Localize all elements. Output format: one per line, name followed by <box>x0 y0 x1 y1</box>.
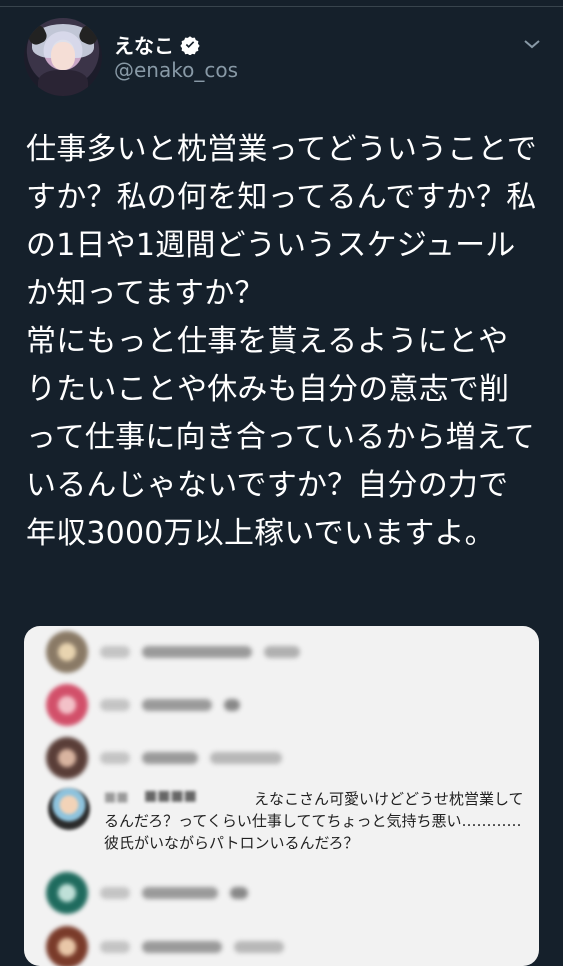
blurred-comment-row <box>46 872 248 914</box>
chevron-down-icon[interactable] <box>522 34 542 54</box>
blurred-text <box>100 646 130 658</box>
avatar[interactable] <box>24 18 102 96</box>
blurred-comment-row <box>46 926 284 966</box>
blurred-text <box>224 699 240 711</box>
blurred-text <box>100 752 130 764</box>
tweet-media-image[interactable]: ■■ ■■■■ えなこさん可愛いけどどうせ枕営業してるんだろ？ってくらい仕事して… <box>24 626 539 966</box>
blurred-text <box>210 752 282 764</box>
tweet-text: 仕事多いと枕営業ってどういうことですか？私の何を知ってるんですか？私の1日や1週… <box>26 132 537 551</box>
top-divider <box>0 0 563 7</box>
blurred-text <box>230 887 248 899</box>
blurred-comment-row <box>46 631 300 673</box>
author-name-row[interactable]: えなこ <box>114 30 200 59</box>
avatar-body <box>38 70 88 96</box>
blurred-text <box>234 941 284 953</box>
author-display-name[interactable]: えなこ <box>114 30 174 59</box>
blurred-text <box>142 699 212 711</box>
comment-avatar <box>48 788 90 830</box>
blurred-text <box>142 887 218 899</box>
blurred-avatar <box>46 631 88 673</box>
blurred-text <box>142 646 252 658</box>
blurred-comment-row <box>46 684 240 726</box>
blurred-avatar <box>46 737 88 779</box>
comment-text: えなこさん可愛いけどどうせ枕営業してるんだろ？ってくらい仕事しててちょっと気持ち… <box>104 790 524 852</box>
avatar-face <box>51 42 75 70</box>
blurred-comment-row <box>46 737 282 779</box>
blurred-avatar <box>46 872 88 914</box>
blurred-text <box>100 887 130 899</box>
blurred-text <box>142 941 222 953</box>
blurred-text <box>100 941 130 953</box>
blurred-avatar <box>46 684 88 726</box>
blurred-avatar <box>46 926 88 966</box>
verified-badge-icon <box>180 35 200 55</box>
blurred-text <box>264 646 300 658</box>
blurred-text <box>142 752 198 764</box>
blurred-text <box>100 699 130 711</box>
author-handle[interactable]: @enako_cos <box>114 58 238 82</box>
